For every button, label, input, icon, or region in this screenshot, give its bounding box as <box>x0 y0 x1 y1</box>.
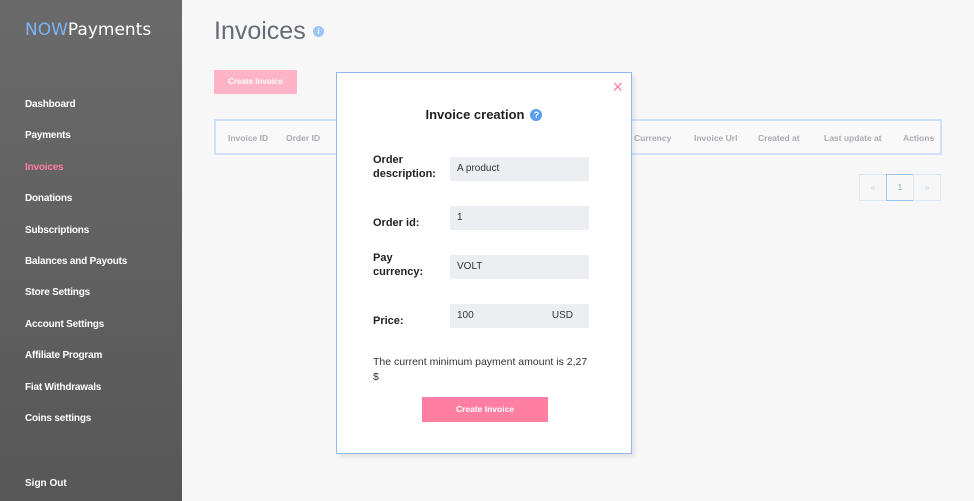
sidebar-item-affiliate[interactable]: Affiliate Program <box>25 350 127 381</box>
info-icon[interactable]: i <box>313 26 324 37</box>
invoice-creation-modal: × Invoice creation? Order description: A… <box>336 72 632 454</box>
order-description-label: Order description: <box>373 154 436 180</box>
minimum-amount-note: The current minimum payment amount is 2,… <box>373 356 588 383</box>
order-description-input[interactable]: A product <box>450 157 589 181</box>
sidebar: NOWPayments Dashboard Payments Invoices … <box>0 0 182 501</box>
order-id-label: Order id: <box>373 217 420 229</box>
column-invoice-url: Invoice Url <box>694 133 738 143</box>
page-title: Invoices <box>214 17 306 45</box>
help-icon[interactable]: ? <box>530 109 543 121</box>
sidebar-item-coins-settings[interactable]: Coins settings <box>25 413 127 444</box>
price-input[interactable]: 100 USD <box>450 304 589 328</box>
close-icon[interactable]: × <box>612 77 623 98</box>
price-currency: USD <box>551 310 573 321</box>
column-currency: Currency <box>634 133 672 143</box>
sidebar-item-dashboard[interactable]: Dashboard <box>25 99 127 130</box>
column-invoice-id: Invoice ID <box>228 133 269 143</box>
pagination-page-1[interactable]: 1 <box>886 174 914 201</box>
sidebar-nav: Dashboard Payments Invoices Donations Su… <box>25 99 127 444</box>
logo: NOWPayments <box>25 20 152 40</box>
sidebar-item-invoices[interactable]: Invoices <box>25 162 127 193</box>
sidebar-item-store-settings[interactable]: Store Settings <box>25 287 127 318</box>
column-created-at: Created at <box>758 133 800 143</box>
modal-title: Invoice creation? <box>337 107 631 122</box>
sidebar-item-fiat-withdrawals[interactable]: Fiat Withdrawals <box>25 382 127 413</box>
create-invoice-submit-button[interactable]: Create Invoice <box>422 397 548 422</box>
price-label: Price: <box>373 315 404 327</box>
column-actions: Actions <box>903 133 935 143</box>
column-last-update: Last update at <box>824 133 882 143</box>
order-id-input[interactable]: 1 <box>450 206 589 230</box>
create-invoice-button[interactable]: Create Invoice <box>214 70 297 94</box>
pay-currency-input[interactable]: VOLT <box>450 255 589 279</box>
pagination-next[interactable]: » <box>913 174 941 201</box>
sign-out-link[interactable]: Sign Out <box>25 478 67 489</box>
pagination-prev[interactable]: « <box>859 174 887 201</box>
column-order-id: Order ID <box>286 133 321 143</box>
sidebar-item-donations[interactable]: Donations <box>25 193 127 224</box>
sidebar-item-subscriptions[interactable]: Subscriptions <box>25 225 127 256</box>
pay-currency-label: Pay currency: <box>373 252 424 278</box>
sidebar-item-account-settings[interactable]: Account Settings <box>25 319 127 350</box>
sidebar-item-payments[interactable]: Payments <box>25 130 127 161</box>
sidebar-item-balances[interactable]: Balances and Payouts <box>25 256 127 287</box>
